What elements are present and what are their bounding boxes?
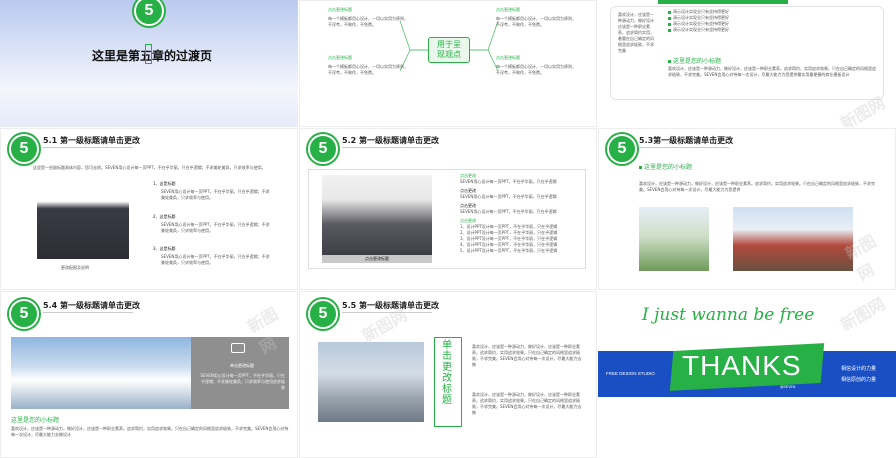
meeting-photo bbox=[322, 175, 432, 257]
slide-5-3[interactable]: 5 5.3第一级标题请单击更改 这里是您的小标题 喜欢设计，应该是一种源动力，做… bbox=[598, 128, 896, 290]
para-2: 喜欢设计，应该是一种源动力，做好设计，应该是一种职业素养。追求简约，实用追求效果… bbox=[472, 392, 582, 415]
watermark: 新图网 bbox=[837, 294, 889, 335]
para-1: 喜欢设计，应该是一种源动力，做好设计，应该是一种职业素养。追求简约，实用追求效果… bbox=[472, 344, 582, 367]
item-3: 3、这是标题 SEVEN用心设计每一页PPT，不在乎华丽，只在乎逻辑；不求美轮美… bbox=[153, 246, 273, 266]
tower-photo bbox=[318, 342, 424, 422]
mindmap-box-4: 点击更改标题 每一个模板都用心设计，一切以实用为原则，不浮夸，不做作，不免费。 bbox=[496, 55, 576, 76]
slide-thanks[interactable]: 新图网 I just wanna be free FREE DESIGN STU… bbox=[598, 291, 896, 458]
list-item: 演示设计实现业只有坚持得更好 bbox=[668, 27, 798, 33]
at-label: @SEVEN bbox=[780, 385, 796, 389]
title-underline bbox=[43, 147, 133, 148]
text-cursor bbox=[145, 44, 152, 64]
title-underline bbox=[639, 147, 729, 148]
mindmap-box-2: 点击更改标题 每一个模板都用心设计，一切以实用为原则，不浮夸，不做作，不免费。 bbox=[328, 55, 408, 76]
slide-text-list[interactable]: 喜欢设计，应该是一种源动力，做好设计应该是一种职业素养，追求简约实用，着重在自己… bbox=[598, 0, 896, 127]
subtitle: 这里是您的小标题 bbox=[639, 162, 692, 171]
box-text: 每一个模板都用心设计，一切以实用为原则，不浮夸，不做作，不免费。 bbox=[328, 16, 408, 27]
box-head: 点击更改标题 bbox=[328, 55, 352, 60]
box-text: 每一个模板都用心设计，一切以实用为原则，不浮夸，不做作，不免费。 bbox=[496, 16, 576, 27]
slide-5-5[interactable]: 5 5.5 第一级标题请单击更改 单击更改标题 喜欢设计，应该是一种源动力，做好… bbox=[299, 291, 597, 458]
item-head: 2、这是标题 bbox=[153, 214, 176, 219]
slide-title: 5.4 第一级标题请单击更改 bbox=[43, 301, 140, 310]
box-text: 每一个模板都用心设计，一切以实用为原则，不浮夸，不做作，不免费。 bbox=[328, 64, 408, 75]
panel-head: 单击更改标题 bbox=[230, 363, 254, 368]
item-head: 1、这是标题 bbox=[153, 181, 176, 186]
chapter-badge: 5 bbox=[9, 299, 39, 329]
box-head: 点击更改标题 bbox=[496, 7, 520, 12]
photo-caption: 更改配图及说明 bbox=[61, 265, 89, 270]
slide-5-4[interactable]: 5 5.4 第一级标题请单击更改 单击更改标题 SEVEN用心设计每一页PPT，… bbox=[0, 291, 298, 458]
subtitle: 这里是您的小标题 bbox=[668, 56, 721, 65]
body-text: 喜欢设计，应该是一种源动力，做好设计，应该是一种职业素养。追求简约，实用追求效果… bbox=[668, 66, 876, 77]
group-text: SEVEN用心设计每一页PPT，不在乎华丽，只在乎逻辑 bbox=[460, 194, 557, 199]
chapter-badge: 5 bbox=[9, 134, 39, 164]
chapter-badge: 5 bbox=[134, 0, 164, 26]
title-underline bbox=[342, 147, 432, 148]
caption-text: 点击更改标题 bbox=[365, 256, 389, 261]
slide-title: 5.1 第一级标题请单击更改 bbox=[43, 136, 140, 145]
mountain-photo bbox=[11, 337, 191, 409]
mindmap-box-1: 点击更改标题 每一个模板都用心设计，一切以实用为原则，不浮夸，不做作，不免费。 bbox=[328, 7, 408, 28]
vertical-title: 单击更改标题 bbox=[442, 340, 452, 406]
tree-photo bbox=[639, 207, 709, 271]
right-line-2: 相信原创的力量 bbox=[840, 377, 876, 383]
body-text: 喜欢设计，应该是一种源动力，做好设计，应该是一种职业素养。追求简约，实用追求效果… bbox=[639, 181, 875, 192]
item-text: SEVEN用心设计每一页PPT，不在乎华丽，只在乎逻辑；不求美轮美奂，只求效率与… bbox=[161, 189, 270, 200]
group-photo bbox=[733, 207, 853, 271]
photo-caption-bar: 点击更改标题 bbox=[322, 255, 432, 263]
item-text: SEVEN用心设计每一页PPT，不在乎华丽，只在乎逻辑；不求美轮美奂，只求效率与… bbox=[161, 222, 270, 233]
bullet-list: 演示设计实现业只有坚持得更好 演示设计实现业只有坚持得更好 演示设计实现业只有坚… bbox=[668, 9, 798, 33]
chapter-badge: 5 bbox=[607, 134, 637, 164]
body-text: 喜欢设计，应该是一种源动力，做好设计，应该是一种职业素养。追求简约，实用追求效果… bbox=[11, 426, 289, 437]
slide-title: 5.3第一级标题请单击更改 bbox=[639, 136, 734, 145]
subtitle: 这里是您的小标题 bbox=[11, 417, 60, 424]
slide-mindmap[interactable]: 用于呈 现观点 点击更改标题 每一个模板都用心设计，一切以实用为原则，不浮夸，不… bbox=[299, 0, 597, 127]
top-green-tab bbox=[658, 0, 788, 4]
right-line-1: 相信设计的力量 bbox=[840, 366, 876, 372]
group-text: SEVEN用心设计每一页PPT，不在乎华丽，只在乎逻辑 bbox=[460, 179, 557, 184]
text-groups: 点击更改 SEVEN用心设计每一页PPT，不在乎华丽，只在乎逻辑 点击更改 SE… bbox=[460, 173, 580, 254]
item-1: 1、这是标题 SEVEN用心设计每一页PPT，不在乎华丽，只在乎逻辑；不求美轮美… bbox=[153, 181, 273, 201]
group-text: SEVEN用心设计每一页PPT，不在乎华丽，只在乎逻辑 bbox=[460, 209, 557, 214]
item-head: 3、这是标题 bbox=[153, 246, 176, 251]
chapter-badge: 5 bbox=[308, 299, 338, 329]
studio-label: FREE DESIGN STUDIO bbox=[606, 371, 655, 376]
box-head: 点击更改标题 bbox=[328, 7, 352, 12]
panel-text: SEVEN用心设计每一页PPT，不在乎华丽，只在乎逻辑；不求美轮美奂，只求效率与… bbox=[200, 373, 285, 390]
left-text: 喜欢设计，应该是一种源动力，做好设计应该是一种职业素养，追求简约实用，着重在自己… bbox=[618, 12, 654, 53]
mindmap-box-3: 点击更改标题 每一个模板都用心设计，一切以实用为原则，不浮夸，不做作，不免费。 bbox=[496, 7, 576, 28]
item-text: SEVEN用心设计每一页PPT，不在乎华丽，只在乎逻辑；不求美轮美奂，只求效率与… bbox=[161, 254, 270, 265]
script-line: I just wanna be free bbox=[642, 305, 815, 325]
chapter-badge: 5 bbox=[308, 134, 338, 164]
item-2: 2、这是标题 SEVEN用心设计每一页PPT，不在乎华丽，只在乎逻辑；不求美轮美… bbox=[153, 214, 273, 234]
slide-title: 5.2 第一级标题请单击更改 bbox=[342, 136, 439, 145]
intro-text: 这里是一些副标题具体内容，您可去除。SEVEN用心设计每一页PPT，不在乎华丽，… bbox=[33, 165, 266, 170]
globe-icon bbox=[231, 343, 245, 353]
title-underline bbox=[43, 312, 133, 313]
thanks-text: THANKS bbox=[682, 350, 802, 381]
team-photo bbox=[37, 187, 129, 259]
box-head: 点击更改标题 bbox=[496, 55, 520, 60]
box-text: 每一个模板都用心设计，一切以实用为原则，不浮夸，不做作，不免费。 bbox=[496, 64, 576, 75]
list-item: 5、设计PPT设计每一页PPT，不在乎华丽，只在乎逻辑 bbox=[460, 248, 558, 253]
slide-5-1[interactable]: 5 5.1 第一级标题请单击更改 这里是一些副标题具体内容，您可去除。SEVEN… bbox=[0, 128, 298, 290]
slide-transition[interactable]: 5 这里是第五章的过渡页 bbox=[0, 0, 298, 127]
transition-title: 这里是第五章的过渡页 bbox=[92, 49, 213, 63]
slide-5-2[interactable]: 5 5.2 第一级标题请单击更改 点击更改标题 点击更改 SEVEN用心设计每一… bbox=[299, 128, 597, 290]
